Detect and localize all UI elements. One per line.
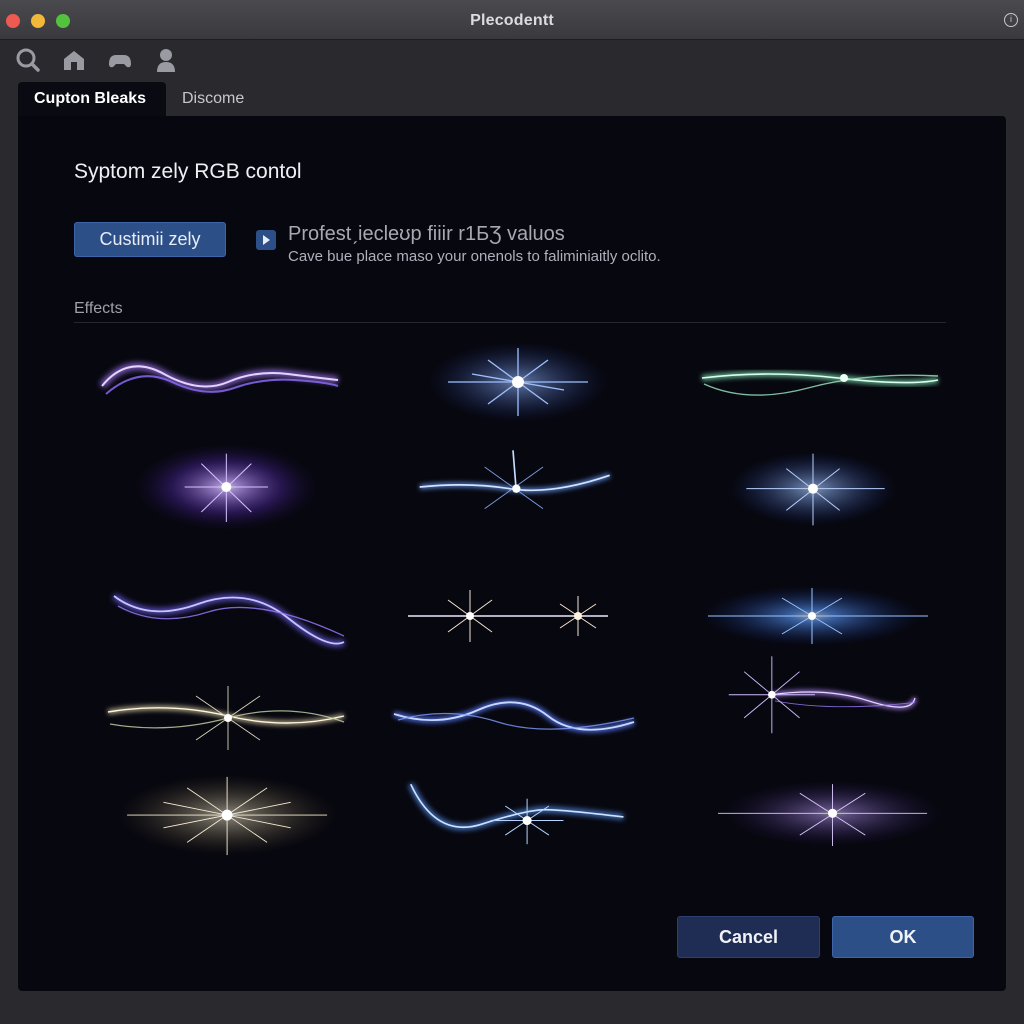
effect-blue-starburst[interactable]	[388, 334, 648, 434]
play-icon[interactable]	[256, 230, 276, 250]
effect-violet-starburst[interactable]	[88, 442, 348, 562]
toolbar	[0, 40, 1024, 80]
effect-gold-starburst[interactable]	[88, 766, 348, 876]
effects-section-label: Effects	[74, 300, 123, 317]
effect-violet-wave-burst[interactable]	[688, 644, 948, 774]
tab-discome[interactable]: Discome	[166, 82, 260, 116]
info-icon[interactable]: i	[1004, 13, 1018, 27]
section-divider	[74, 322, 946, 323]
window-title: Plecodentt	[470, 12, 554, 29]
effect-violet-wave[interactable]	[88, 566, 348, 666]
effect-gold-wave-burst[interactable]	[88, 666, 348, 766]
description-subtitle: Cave bue place maso your onenols to fali…	[288, 248, 661, 265]
window-footer	[0, 992, 1024, 1024]
effect-blue-starburst-2[interactable]	[688, 442, 948, 562]
effect-purple-wave[interactable]	[88, 334, 348, 434]
cancel-button[interactable]: Cancel	[677, 916, 820, 958]
gamepad-icon[interactable]	[106, 46, 134, 74]
customize-button[interactable]: Custimii zely	[74, 222, 226, 257]
home-icon[interactable]	[60, 46, 88, 74]
effect-green-wave[interactable]	[688, 334, 948, 434]
description-title: Profestˏiecleʊp fiiir r1БƷ valuos	[288, 223, 565, 245]
effect-twin-sparkle[interactable]	[388, 566, 648, 666]
effects-grid	[88, 334, 948, 874]
user-icon[interactable]	[152, 46, 180, 74]
effect-lilac-starburst[interactable]	[688, 766, 948, 876]
page-title: Syptom zely RGB contol	[74, 160, 302, 183]
tab-cupton-bleaks[interactable]: Cupton Bleaks	[18, 82, 166, 116]
app-window: Plecodentt i Cupton Bleaks Discome Sypto…	[0, 0, 1024, 1024]
effect-blue-wave-star[interactable]	[388, 766, 648, 876]
ok-button[interactable]: OK	[832, 916, 974, 958]
content-panel: Syptom zely RGB contol Custimii zely Pro…	[18, 116, 1006, 991]
search-icon[interactable]	[14, 46, 42, 74]
effect-blue-wave[interactable]	[388, 666, 648, 766]
title-bar: Plecodentt i	[0, 0, 1024, 40]
effect-blue-wave-burst[interactable]	[388, 442, 648, 562]
